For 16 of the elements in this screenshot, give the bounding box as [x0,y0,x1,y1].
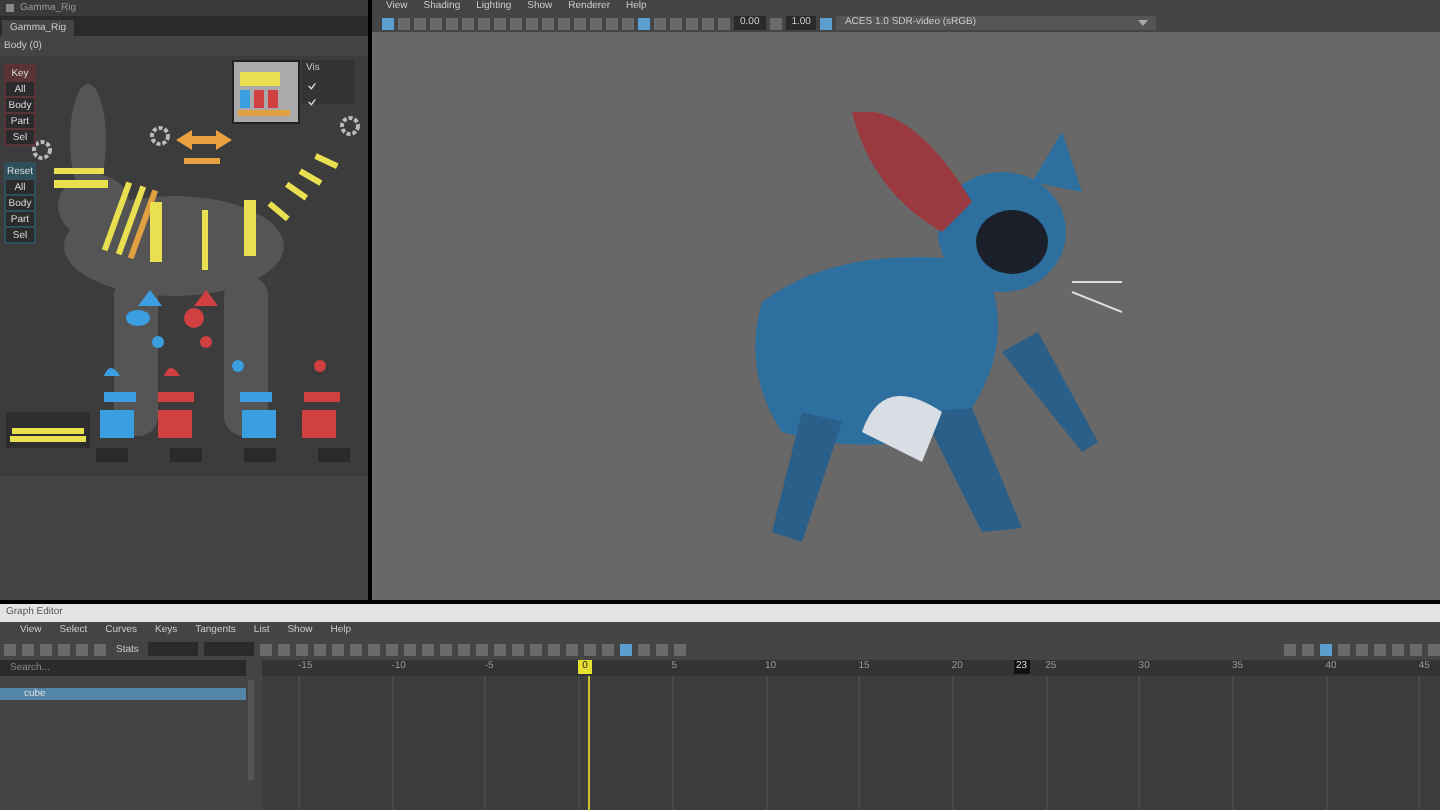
tool-icon[interactable] [820,17,833,29]
leg-controls-drawing[interactable] [100,290,340,438]
visibility-checkbox[interactable] [306,94,318,106]
rig-thumbnail[interactable] [232,60,300,124]
stats-field[interactable] [204,642,255,656]
window-icon [6,4,14,12]
gear-icon[interactable] [32,140,52,160]
gear-icon[interactable] [340,116,360,136]
visibility-checkbox[interactable] [306,78,318,90]
spine-controls-drawing[interactable] [54,153,339,270]
caret-icon [1138,19,1149,27]
gear-icon[interactable] [150,126,170,146]
tool-icon[interactable] [769,17,782,29]
double-arrow-icon[interactable] [176,130,232,164]
platform-control-drawing[interactable] [6,412,90,448]
stats-field[interactable] [148,642,199,656]
